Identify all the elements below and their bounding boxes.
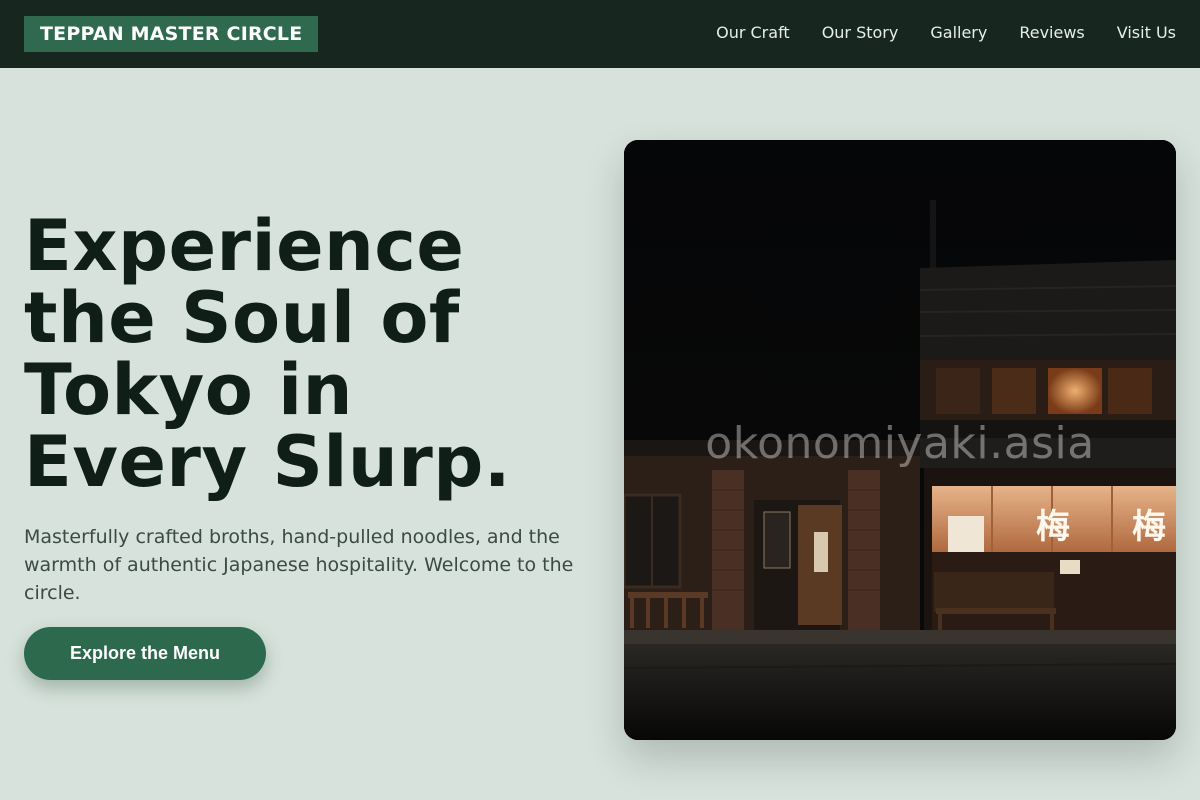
nav-reviews[interactable]: Reviews bbox=[1019, 23, 1084, 42]
hero-image: 梅 梅 okonomiyaki.asia bbox=[624, 140, 1176, 740]
brand-logo[interactable]: TEPPAN MASTER CIRCLE bbox=[24, 16, 319, 52]
hero-headline: Experience the Soul of Tokyo in Every Sl… bbox=[24, 210, 584, 498]
headline-line: Every Slurp. bbox=[24, 421, 511, 503]
nav-gallery[interactable]: Gallery bbox=[930, 23, 987, 42]
nav-our-craft[interactable]: Our Craft bbox=[716, 23, 790, 42]
headline-line: Tokyo in bbox=[24, 349, 354, 431]
curtain-sign-left: 梅 bbox=[1036, 507, 1070, 547]
curtain-sign-right: 梅 bbox=[1132, 507, 1166, 547]
headline-line: Experience bbox=[24, 205, 465, 287]
main-nav: Our Craft Our Story Gallery Reviews Visi… bbox=[716, 0, 1176, 64]
nav-visit-us[interactable]: Visit Us bbox=[1117, 23, 1176, 42]
site-header: TEPPAN MASTER CIRCLE Our Craft Our Story… bbox=[0, 0, 1200, 68]
nav-our-story[interactable]: Our Story bbox=[822, 23, 899, 42]
hero-description: Masterfully crafted broths, hand-pulled … bbox=[24, 526, 574, 604]
explore-menu-button[interactable]: Explore the Menu bbox=[24, 627, 266, 680]
headline-line: the Soul of bbox=[24, 277, 460, 359]
image-watermark: okonomiyaki.asia bbox=[705, 418, 1095, 469]
